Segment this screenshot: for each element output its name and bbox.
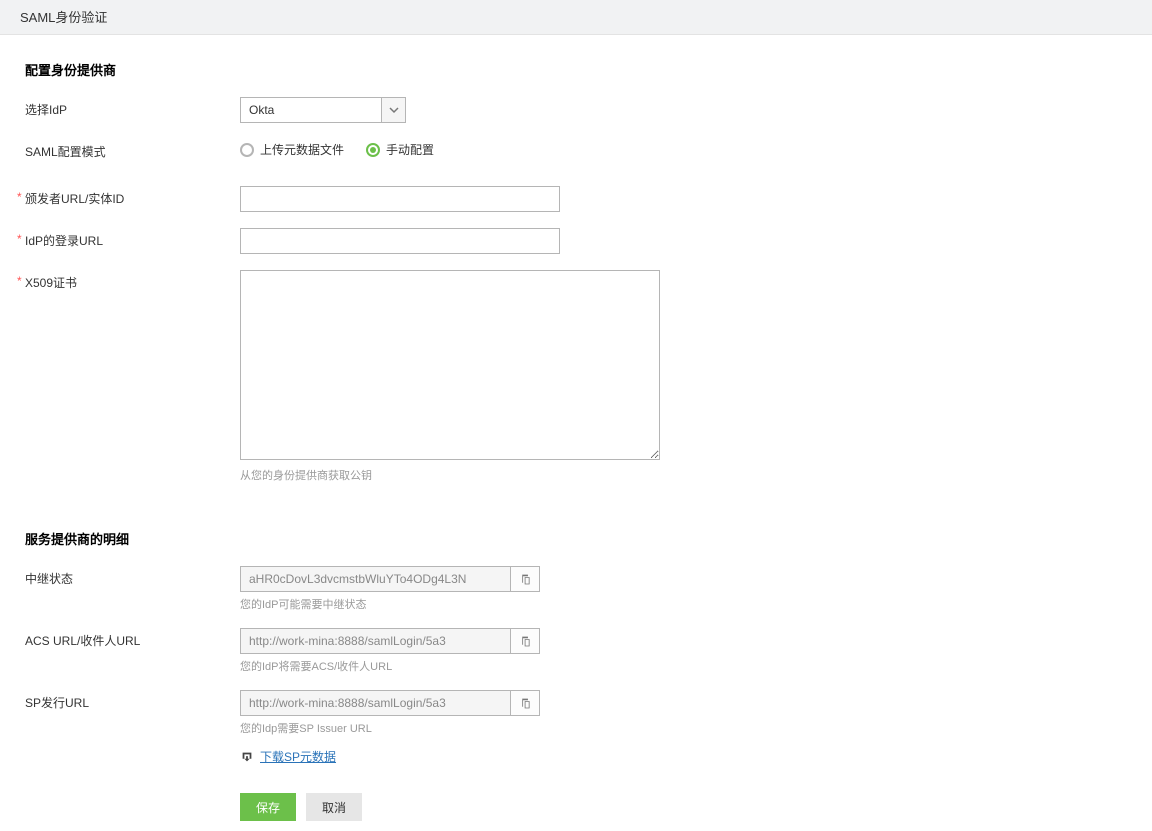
radio-circle-icon: [240, 143, 254, 157]
sp-section-title: 服务提供商的明细: [25, 529, 1147, 548]
x509-label: X509证书: [25, 270, 240, 291]
relay-state-label: 中继状态: [25, 566, 240, 587]
download-icon: [240, 750, 254, 764]
idp-section-title: 配置身份提供商: [25, 60, 1147, 79]
copy-icon: [519, 697, 532, 710]
select-idp-label: 选择IdP: [25, 97, 240, 118]
relay-state-hint: 您的IdP可能需要中继状态: [240, 596, 1147, 612]
radio-manual-config[interactable]: 手动配置: [366, 141, 434, 158]
radio-manual-label: 手动配置: [386, 141, 434, 158]
radio-circle-checked-icon: [366, 143, 380, 157]
copy-icon: [519, 573, 532, 586]
download-sp-metadata-link[interactable]: 下载SP元数据: [260, 748, 336, 765]
config-mode-label: SAML配置模式: [25, 139, 240, 160]
acs-url-hint: 您的IdP将需要ACS/收件人URL: [240, 658, 1147, 674]
relay-state-copy-button[interactable]: [510, 566, 540, 592]
issuer-url-label: 颁发者URL/实体ID: [25, 186, 240, 207]
copy-icon: [519, 635, 532, 648]
relay-state-value: [240, 566, 510, 592]
idp-login-url-label: IdP的登录URL: [25, 228, 240, 249]
x509-textarea[interactable]: [240, 270, 660, 460]
cancel-button[interactable]: 取消: [306, 793, 362, 821]
idp-login-url-input[interactable]: [240, 228, 560, 254]
issuer-url-input[interactable]: [240, 186, 560, 212]
page-title: SAML身份验证: [20, 10, 107, 25]
save-button[interactable]: 保存: [240, 793, 296, 821]
sp-issuer-hint: 您的Idp需要SP Issuer URL: [240, 720, 1147, 736]
sp-issuer-value: [240, 690, 510, 716]
sp-issuer-copy-button[interactable]: [510, 690, 540, 716]
sp-issuer-label: SP发行URL: [25, 690, 240, 711]
radio-upload-label: 上传元数据文件: [260, 141, 344, 158]
page-header: SAML身份验证: [0, 0, 1152, 35]
select-idp-value: Okta: [241, 98, 381, 122]
chevron-down-icon: [389, 105, 399, 115]
radio-upload-metadata[interactable]: 上传元数据文件: [240, 141, 344, 158]
acs-url-value: [240, 628, 510, 654]
select-idp-chevron[interactable]: [381, 98, 405, 122]
select-idp-dropdown[interactable]: Okta: [240, 97, 406, 123]
acs-url-copy-button[interactable]: [510, 628, 540, 654]
x509-hint: 从您的身份提供商获取公钥: [240, 467, 1147, 483]
acs-url-label: ACS URL/收件人URL: [25, 628, 240, 649]
